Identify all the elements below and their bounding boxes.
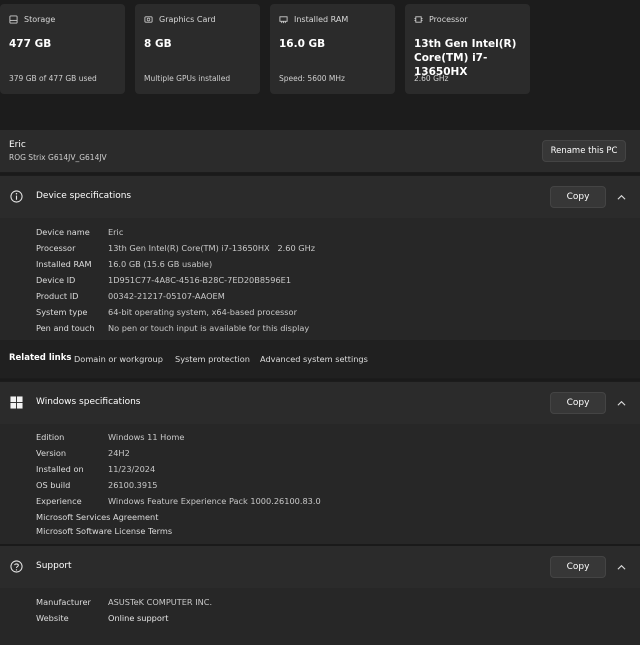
spec-row: Experience Windows Feature Experience Pac… [36, 493, 321, 509]
ram-card-title: Installed RAM [294, 15, 349, 24]
spec-row: Installed RAM 16.0 GB (15.6 GB usable) [36, 256, 315, 272]
spec-row: Device ID 1D951C77-4A8C-4516-B28C-7ED20B8… [36, 272, 315, 288]
advanced-system-settings-link[interactable]: Advanced system settings [260, 354, 368, 364]
spec-value: 26100.3915 [108, 480, 158, 490]
spec-row: Edition Windows 11 Home [36, 429, 321, 445]
support-header[interactable]: Support Copy [0, 546, 640, 588]
spec-value: 00342-21217-05107-AAOEM [108, 291, 225, 301]
ram-card[interactable]: Installed RAM 16.0 GB Speed: 5600 MHz [270, 4, 395, 94]
graphics-card-sub: Multiple GPUs installed [144, 74, 231, 83]
chevron-up-icon[interactable] [617, 563, 626, 572]
rename-pc-button[interactable]: Rename this PC [542, 140, 626, 162]
spec-row: Website Online support [36, 610, 212, 626]
graphics-card-value: 8 GB [144, 38, 172, 50]
support-body: Manufacturer ASUSTeK COMPUTER INC. Websit… [0, 588, 640, 645]
spec-label: Manufacturer [36, 597, 91, 607]
divider [0, 379, 640, 381]
storage-card-value: 477 GB [9, 38, 52, 50]
system-protection-link[interactable]: System protection [175, 354, 250, 364]
spec-row: Pen and touch No pen or touch input is av… [36, 320, 315, 336]
license-terms-link[interactable]: Microsoft Software License Terms [36, 523, 321, 539]
windows-specs-list: Edition Windows 11 Home Version 24H2 Insta… [36, 429, 321, 539]
spec-row: System type 64-bit operating system, x64-… [36, 304, 315, 320]
online-support-link[interactable]: Online support [108, 610, 168, 626]
spec-value: Windows 11 Home [108, 432, 185, 442]
spec-label: Product ID [36, 291, 79, 301]
spec-value: Eric [108, 227, 124, 237]
divider [0, 173, 640, 175]
pc-model: ROG Strix G614JV_G614JV [9, 153, 107, 162]
spec-row: Manufacturer ASUSTeK COMPUTER INC. [36, 594, 212, 610]
spec-value: 1D951C77-4A8C-4516-B28C-7ED20B8596E1 [108, 275, 292, 285]
storage-icon [9, 15, 18, 24]
spec-value: 11/23/2024 [108, 464, 156, 474]
device-specs-copy-button[interactable]: Copy [550, 186, 606, 208]
related-links-bar: Related links Domain or workgroup System… [0, 340, 640, 378]
pc-name-panel: Eric ROG Strix G614JV_G614JV Rename this… [0, 130, 640, 172]
spec-value: ASUSTeK COMPUTER INC. [108, 597, 213, 607]
processor-icon [414, 16, 423, 23]
pc-name: Eric [9, 140, 26, 150]
chevron-up-icon[interactable] [617, 193, 626, 202]
graphics-card-card[interactable]: Graphics Card 8 GB Multiple GPUs install… [135, 4, 260, 94]
spec-row: Version 24H2 [36, 445, 321, 461]
chevron-up-icon[interactable] [617, 399, 626, 408]
spec-row: Installed on 11/23/2024 [36, 461, 321, 477]
windows-specs-header[interactable]: Windows specifications Copy [0, 382, 640, 424]
spec-value: No pen or touch input is available for t… [108, 323, 310, 333]
windows-specs-title: Windows specifications [36, 397, 141, 407]
spec-label: Device ID [36, 275, 76, 285]
storage-card-title: Storage [24, 15, 56, 24]
ram-icon [279, 16, 288, 24]
spec-label: System type [36, 307, 88, 317]
support-title: Support [36, 561, 72, 571]
spec-label: Processor [36, 243, 76, 253]
windows-specs-copy-button[interactable]: Copy [550, 392, 606, 414]
support-list: Manufacturer ASUSTeK COMPUTER INC. Websit… [36, 594, 212, 626]
processor-card-value-line1: 13th Gen Intel(R) [414, 38, 517, 50]
spec-row: Processor 13th Gen Intel(R) Core(TM) i7-1… [36, 240, 315, 256]
spec-value: 16.0 GB (15.6 GB usable) [108, 259, 213, 269]
processor-card[interactable]: Processor 13th Gen Intel(R) Core(TM) i7-… [405, 4, 530, 94]
windows-logo-icon [10, 396, 23, 409]
device-specs-title: Device specifications [36, 191, 132, 201]
graphics-card-title: Graphics Card [159, 15, 216, 24]
spec-value: Windows Feature Experience Pack 1000.261… [108, 496, 321, 506]
processor-card-title: Processor [429, 15, 468, 24]
storage-card[interactable]: Storage 477 GB 379 GB of 477 GB used [0, 4, 125, 94]
related-links-label: Related links [9, 353, 72, 363]
spec-label: Installed RAM [36, 259, 92, 269]
spec-label: OS build [36, 480, 71, 490]
spec-label: Installed on [36, 464, 84, 474]
spec-row: OS build 26100.3915 [36, 477, 321, 493]
ram-card-value: 16.0 GB [279, 38, 326, 50]
device-specs-body: Device name Eric Processor 13th Gen Intel(… [0, 218, 640, 340]
spec-label: Experience [36, 496, 82, 506]
spec-label: Website [36, 613, 69, 623]
spec-value: 13th Gen Intel(R) Core(TM) i7-13650HX 2.… [108, 243, 316, 253]
spec-value: 64-bit operating system, x64-based proce… [108, 307, 297, 317]
spec-label: Pen and touch [36, 323, 95, 333]
spec-value: 24H2 [108, 448, 130, 458]
device-specs-list: Device name Eric Processor 13th Gen Intel(… [36, 224, 315, 336]
windows-specs-body: Edition Windows 11 Home Version 24H2 Insta… [0, 424, 640, 544]
spec-label: Device name [36, 227, 90, 237]
domain-workgroup-link[interactable]: Domain or workgroup [74, 354, 163, 364]
help-icon [10, 560, 23, 573]
processor-card-sub: 2.60 GHz [414, 74, 449, 83]
spec-row: Product ID 00342-21217-05107-AAOEM [36, 288, 315, 304]
spec-label: Edition [36, 432, 65, 442]
spec-label: Version [36, 448, 67, 458]
spec-row: Device name Eric [36, 224, 315, 240]
device-specs-header[interactable]: Device specifications Copy [0, 176, 640, 218]
graphics-card-icon [144, 16, 153, 23]
ram-card-sub: Speed: 5600 MHz [279, 74, 345, 83]
info-icon [10, 190, 23, 203]
support-copy-button[interactable]: Copy [550, 556, 606, 578]
storage-card-sub: 379 GB of 477 GB used [9, 74, 97, 83]
